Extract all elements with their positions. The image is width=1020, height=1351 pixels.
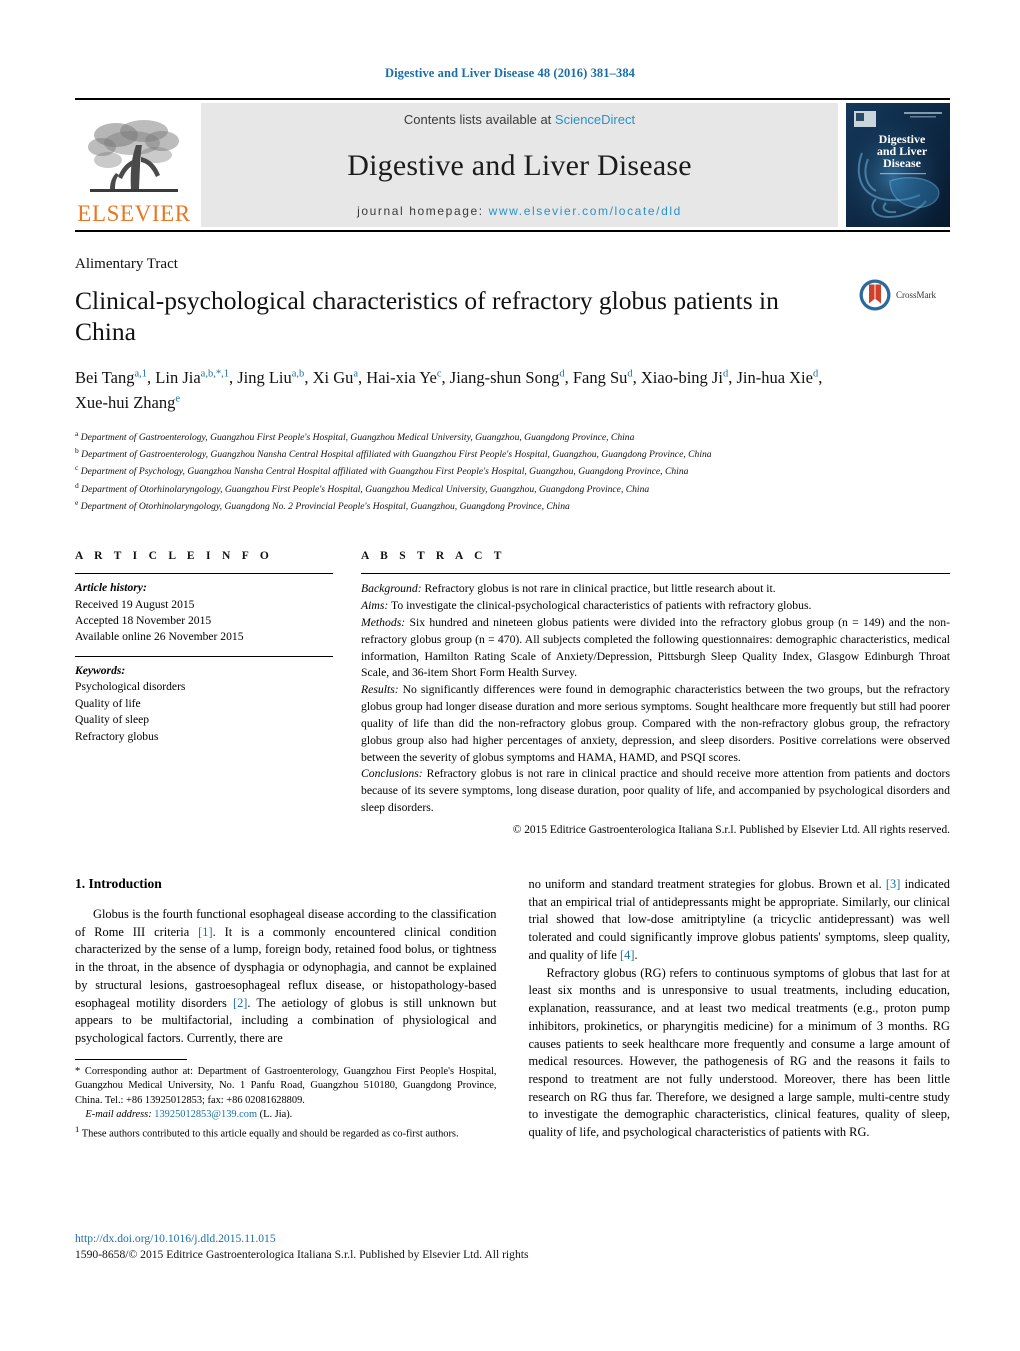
issn-copyright-line: 1590-8658/© 2015 Editrice Gastroenterolo… [75,1247,529,1261]
abstract-heading: A B S T R A C T [361,550,506,563]
journal-title: Digestive and Liver Disease [347,148,692,182]
email-label: E-mail address: [85,1109,152,1121]
keywords-label: Keywords: [75,663,126,677]
page-footer: http://dx.doi.org/10.1016/j.dld.2015.11.… [75,1231,950,1263]
crossmark-icon [859,279,891,311]
elsevier-tree-icon [88,120,179,192]
journal-homepage-link[interactable]: www.elsevier.com/locate/dld [489,204,682,218]
intro-paragraph-right-2: Refractory globus (RG) refers to continu… [528,965,951,1140]
crossmark-label: CrossMark [896,290,936,300]
equal-contribution-note: 1 These authors contributed to this arti… [75,1123,459,1140]
affiliation-item: a Department of Gastroenterology, Guangz… [75,428,635,443]
info-abstract-band: A R T I C L E I N F O Article history: R… [75,550,950,836]
keyword-item: Psychological disorders [75,680,186,694]
article-history-received: Received 19 August 2015 [75,597,195,611]
email-link[interactable]: 13925012853@139.com [154,1109,257,1120]
elsevier-wordmark: ELSEVIER [77,201,191,226]
abstract-section: Results: No significantly differences we… [361,683,950,764]
journal-cover-artwork: Digestive and Liver Disease [846,103,950,227]
journal-article-page: Digestive and Liver Disease 48 (2016) 38… [0,0,1020,1351]
svg-text:Disease: Disease [883,156,922,170]
sciencedirect-link[interactable]: ScienceDirect [555,112,635,127]
body-column-left: 1. Introduction Globus is the fourth fun… [75,876,497,1142]
body-column-right: no uniform and standard treatment strate… [529,876,951,1142]
article-info-heading: A R T I C L E I N F O [75,550,274,563]
abstract-column: A B S T R A C T Background: Refractory g… [361,550,950,836]
contents-prefix: Contents lists available at [403,112,555,127]
abstract-copyright: © 2015 Editrice Gastroenterologica Itali… [512,823,950,836]
keyword-item: Quality of sleep [75,713,150,727]
keyword-item: Refractory globus [75,729,159,743]
article-history-accepted: Accepted 18 November 2015 [75,614,212,628]
intro-paragraph-right-1: no uniform and standard treatment strate… [528,876,951,962]
affiliation-list: a Department of Gastroenterology, Guangz… [75,428,950,514]
running-head: Digestive and Liver Disease 48 (2016) 38… [384,66,636,80]
affiliation-item: e Department of Otorhinolaryngology, Gua… [75,497,570,513]
abstract-body: Background: Refractory globus is not rar… [361,574,950,817]
keyword-item: Quality of life [75,696,141,710]
doi-link[interactable]: http://dx.doi.org/10.1016/j.dld.2015.11.… [75,1231,950,1247]
affiliation-item: b Department of Gastroenterology, Guangz… [75,446,712,461]
article-info-column: A R T I C L E I N F O Article history: R… [75,550,333,836]
journal-homepage-line: journal homepage: www.elsevier.com/locat… [357,204,682,218]
journal-band: Contents lists available at ScienceDirec… [201,103,838,227]
journal-masthead: ELSEVIER Contents lists available at Sci… [75,98,950,232]
body-columns: 1. Introduction Globus is the fourth fun… [75,876,950,1142]
author-list: Bei Tanga,1, Lin Jiaa,b,*,1, Jing Liua,b… [75,368,823,412]
article-history-label: Article history: [75,581,147,595]
abstract-section: Methods: Six hundred and nineteen globus… [361,615,950,680]
affiliation-item: d Department of Otorhinolaryngology, Gua… [75,480,650,495]
homepage-prefix: journal homepage: [357,204,489,218]
introduction-heading: 1. Introduction [75,875,162,891]
crossmark-badge[interactable]: CrossMark [858,278,950,312]
abstract-section: Conclusions: Refractory globus is not ra… [361,767,950,815]
footnote-rule [75,1058,187,1060]
abstract-section: Aims: To investigate the clinical-psycho… [361,598,812,612]
article-head: Alimentary Tract CrossMark Clinical-psyc… [75,256,950,514]
footnote-block: * Corresponding author at: Department of… [75,1058,497,1142]
page-title: Clinical-psychological characteristics o… [75,286,779,347]
email-note: E-mail address: 13925012853@139.com (L. … [75,1108,497,1123]
affiliation-item: c Department of Psychology, Guangzhou Na… [75,463,689,478]
journal-cover-thumbnail: Digestive and Liver Disease [846,103,950,227]
article-history-block: Article history: Received 19 August 2015… [75,574,333,656]
elsevier-logo: ELSEVIER [75,103,193,227]
contents-available-line: Contents lists available at ScienceDirec… [404,112,635,127]
intro-paragraph-left: Globus is the fourth functional esophage… [75,906,497,1046]
keywords-block: Keywords: Psychological disorders Qualit… [75,657,333,755]
email-suffix: (L. Jia). [257,1109,293,1121]
abstract-section: Background: Refractory globus is not rar… [361,582,776,596]
corresponding-author-note: * Corresponding author at: Department of… [75,1065,497,1106]
article-section-label: Alimentary Tract [75,256,178,272]
article-history-online: Available online 26 November 2015 [75,630,244,644]
